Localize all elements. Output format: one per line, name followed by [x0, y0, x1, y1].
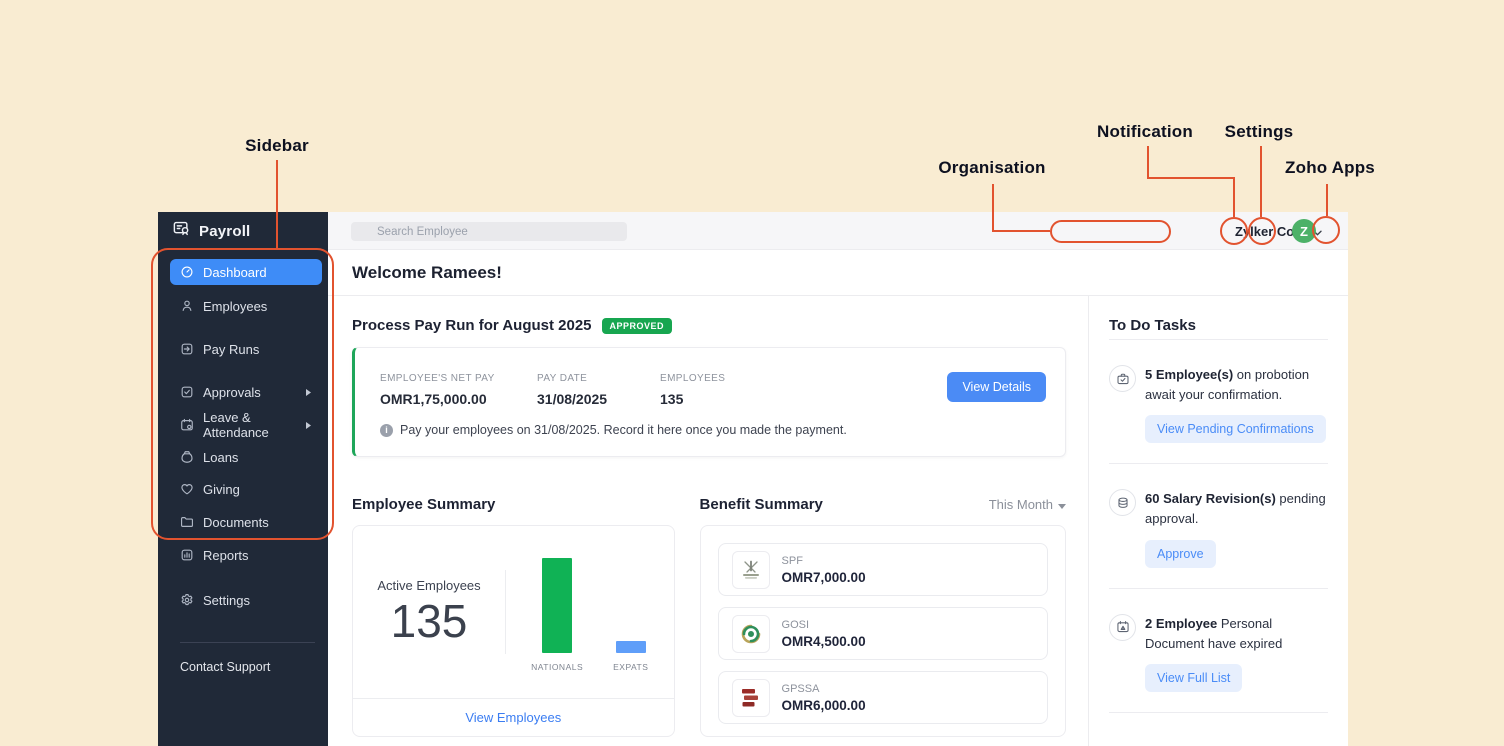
annotation-zoho-apps-label: Zoho Apps: [1250, 158, 1410, 178]
employee-summary-section: Employee Summary Active Employees 135: [352, 495, 675, 737]
gpssa-logo: [732, 679, 770, 717]
todo-text: 60 Salary Revision(s) pending approval.: [1145, 489, 1328, 529]
annotated-screenshot-page: { "annotations": { "sidebar": "Sidebar",…: [0, 0, 1504, 746]
briefcase-check-icon: [1109, 365, 1136, 392]
sidebar-divider: [180, 642, 315, 643]
info-icon: i: [380, 424, 393, 437]
sidebar-item-loans[interactable]: Loans: [170, 444, 322, 470]
documents-icon: [180, 515, 194, 529]
employee-summary-card: Active Employees 135 NATIONALS: [352, 525, 675, 737]
benefit-row-gosi[interactable]: GOSI OMR4,500.00: [718, 607, 1048, 660]
todo-item-probation: 5 Employee(s) on probotion await your co…: [1109, 340, 1328, 464]
expats-label: EXPATS: [613, 662, 648, 672]
calendar-alert-icon: [1109, 614, 1136, 641]
benefit-row-spf[interactable]: SPF OMR7,000.00: [718, 543, 1048, 596]
todo-panel: To Do Tasks 5 Employee(s) on probotion a…: [1089, 296, 1348, 746]
view-details-button[interactable]: View Details: [947, 372, 1046, 402]
todo-text: 2 Employee Personal Document have expire…: [1145, 614, 1328, 654]
sidebar-item-dashboard[interactable]: Dashboard: [170, 259, 322, 285]
active-employees-count: 135: [391, 597, 468, 645]
payroll-logo-icon: [172, 219, 191, 243]
loans-icon: [180, 450, 194, 464]
coins-icon: [1109, 489, 1136, 516]
sidebar-item-pay-runs[interactable]: Pay Runs: [170, 336, 322, 362]
gosi-logo: [732, 615, 770, 653]
sidebar-item-reports[interactable]: Reports: [170, 542, 322, 568]
nationals-bar: [542, 558, 572, 653]
contact-support-link[interactable]: Contact Support: [180, 660, 270, 674]
payrun-title: Process Pay Run for August 2025: [352, 317, 592, 334]
view-pending-confirmations-button[interactable]: View Pending Confirmations: [1145, 415, 1326, 443]
view-employees-link[interactable]: View Employees: [465, 710, 561, 725]
leave-attendance-icon: [180, 418, 194, 432]
employee-bar-chart: NATIONALS EXPATS: [506, 526, 674, 698]
approve-button[interactable]: Approve: [1145, 540, 1216, 568]
chevron-down-icon: [1058, 497, 1066, 512]
sidebar: Payroll Dashboard Employees Pay Runs: [158, 212, 328, 746]
sidebar-item-leave-attendance[interactable]: Leave & Attendance: [170, 412, 322, 438]
content-area: Process Pay Run for August 2025 APPROVED…: [328, 296, 1348, 746]
sidebar-item-approvals[interactable]: Approvals: [170, 379, 322, 405]
annotation-organisation-label: Organisation: [912, 158, 1072, 178]
sidebar-item-documents[interactable]: Documents: [170, 509, 322, 535]
todo-text: 5 Employee(s) on probotion await your co…: [1145, 365, 1328, 405]
giving-icon: [180, 482, 194, 496]
user-avatar[interactable]: Z: [1292, 219, 1316, 243]
pay-runs-icon: [180, 342, 194, 356]
employees-icon: [180, 299, 194, 313]
todo-item-salary-revision: 60 Salary Revision(s) pending approval. …: [1109, 464, 1328, 588]
payroll-app-window: Payroll Dashboard Employees Pay Runs: [158, 212, 1348, 746]
payrun-note: Pay your employees on 31/08/2025. Record…: [400, 423, 847, 437]
employee-summary-title: Employee Summary: [352, 496, 495, 513]
main-column: Process Pay Run for August 2025 APPROVED…: [328, 296, 1089, 746]
page-title: Welcome Ramees!: [328, 250, 1348, 296]
stat-employees: EMPLOYEES 135: [660, 373, 725, 407]
period-dropdown[interactable]: This Month: [989, 497, 1066, 512]
benefit-row-gpssa[interactable]: GPSSA OMR6,000.00: [718, 671, 1048, 724]
benefit-summary-section: Benefit Summary This Month: [700, 495, 1066, 737]
search-input[interactable]: [351, 222, 627, 241]
submenu-arrow-icon: [305, 388, 312, 397]
dashboard-icon: [180, 265, 194, 279]
sidebar-item-settings[interactable]: Settings: [170, 587, 322, 613]
todo-title: To Do Tasks: [1109, 296, 1328, 340]
view-full-list-button[interactable]: View Full List: [1145, 664, 1242, 692]
stat-net-pay: EMPLOYEE'S NET PAY OMR1,75,000.00: [380, 373, 537, 407]
todo-item-expired-documents: 2 Employee Personal Document have expire…: [1109, 589, 1328, 713]
app-title: Payroll: [199, 223, 250, 240]
sidebar-item-giving[interactable]: Giving: [170, 476, 322, 502]
active-employees-label: Active Employees: [377, 578, 480, 593]
spf-logo: [732, 551, 770, 589]
submenu-arrow-icon: [305, 421, 312, 430]
status-badge: APPROVED: [602, 318, 673, 334]
approvals-icon: [180, 385, 194, 399]
sidebar-item-employees[interactable]: Employees: [170, 293, 322, 319]
settings-icon: [180, 593, 194, 607]
benefit-summary-card: SPF OMR7,000.00 GOSI OMR4,500.00: [700, 525, 1066, 737]
stat-pay-date: PAY DATE 31/08/2025: [537, 373, 660, 407]
reports-icon: [180, 548, 194, 562]
nationals-label: NATIONALS: [531, 662, 583, 672]
expats-bar: [616, 641, 646, 653]
app-logo: Payroll: [172, 212, 250, 250]
payrun-card: EMPLOYEE'S NET PAY OMR1,75,000.00 PAY DA…: [352, 347, 1066, 457]
topbar: Zylker Corp Z: [328, 212, 1348, 250]
annotation-settings-label: Settings: [1179, 122, 1339, 142]
annotation-sidebar-label: Sidebar: [197, 136, 357, 156]
benefit-summary-title: Benefit Summary: [700, 496, 823, 513]
